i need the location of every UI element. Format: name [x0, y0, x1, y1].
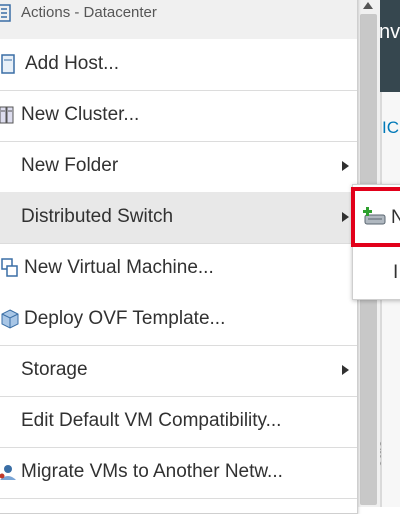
background-link[interactable]: IC: [382, 118, 399, 138]
menu-item-label: Migrate VMs to Another Netw...: [21, 461, 283, 482]
actions-menu: Actions - Datacenter Add Host... New Clu…: [0, 0, 358, 514]
menu-item-deploy-ovf[interactable]: Deploy OVF Template...: [0, 294, 357, 345]
add-host-icon: [1, 54, 15, 79]
submenu-item-label: I: [393, 262, 399, 283]
cluster-icon: [0, 105, 15, 130]
new-distributed-switch-icon: [363, 205, 387, 232]
menu-item-add-host[interactable]: Add Host...: [0, 39, 357, 90]
menu-item-label: New Folder: [21, 155, 119, 176]
menu-divider: [0, 498, 357, 499]
new-vm-icon: [1, 258, 19, 283]
menu-item-label: New Cluster...: [21, 104, 140, 125]
menu-item-migrate-vms[interactable]: Migrate VMs to Another Netw...: [0, 447, 357, 498]
background-header-text: nve: [379, 21, 400, 43]
datacenter-icon: [0, 4, 11, 27]
menu-item-new-cluster[interactable]: New Cluster...: [0, 90, 357, 141]
menu-title: Actions - Datacenter: [21, 4, 157, 21]
menu-item-distributed-switch[interactable]: Distributed Switch: [0, 192, 357, 243]
scroll-up-arrow-icon[interactable]: [363, 2, 373, 9]
menu-header: Actions - Datacenter: [0, 0, 357, 39]
menu-item-label: Deploy OVF Template...: [24, 308, 226, 329]
ovf-icon: [1, 309, 19, 334]
menu-item-label: Distributed Switch: [21, 206, 174, 227]
menu-item-label: New Virtual Machine...: [24, 257, 214, 278]
menu-item-storage[interactable]: Storage: [0, 345, 357, 396]
menu-item-new-virtual-machine[interactable]: New Virtual Machine...: [0, 243, 357, 294]
submenu-arrow-icon: [342, 161, 349, 171]
distributed-switch-submenu: N I: [351, 184, 400, 301]
submenu-arrow-icon: [342, 365, 349, 375]
menu-item-label: Edit Default VM Compatibility...: [21, 410, 282, 431]
submenu-item-label: N: [391, 207, 400, 228]
submenu-item-import[interactable]: I: [353, 249, 400, 301]
menu-item-label: Add Host...: [25, 53, 119, 74]
menu-item-label: Storage: [21, 359, 88, 380]
submenu-arrow-icon: [342, 212, 349, 222]
menu-item-edit-vm-compatibility[interactable]: Edit Default VM Compatibility...: [0, 396, 357, 447]
menu-item-new-folder[interactable]: New Folder: [0, 141, 357, 192]
submenu-item-new-distributed-switch[interactable]: N: [351, 187, 400, 247]
migrate-network-icon: [0, 462, 18, 487]
